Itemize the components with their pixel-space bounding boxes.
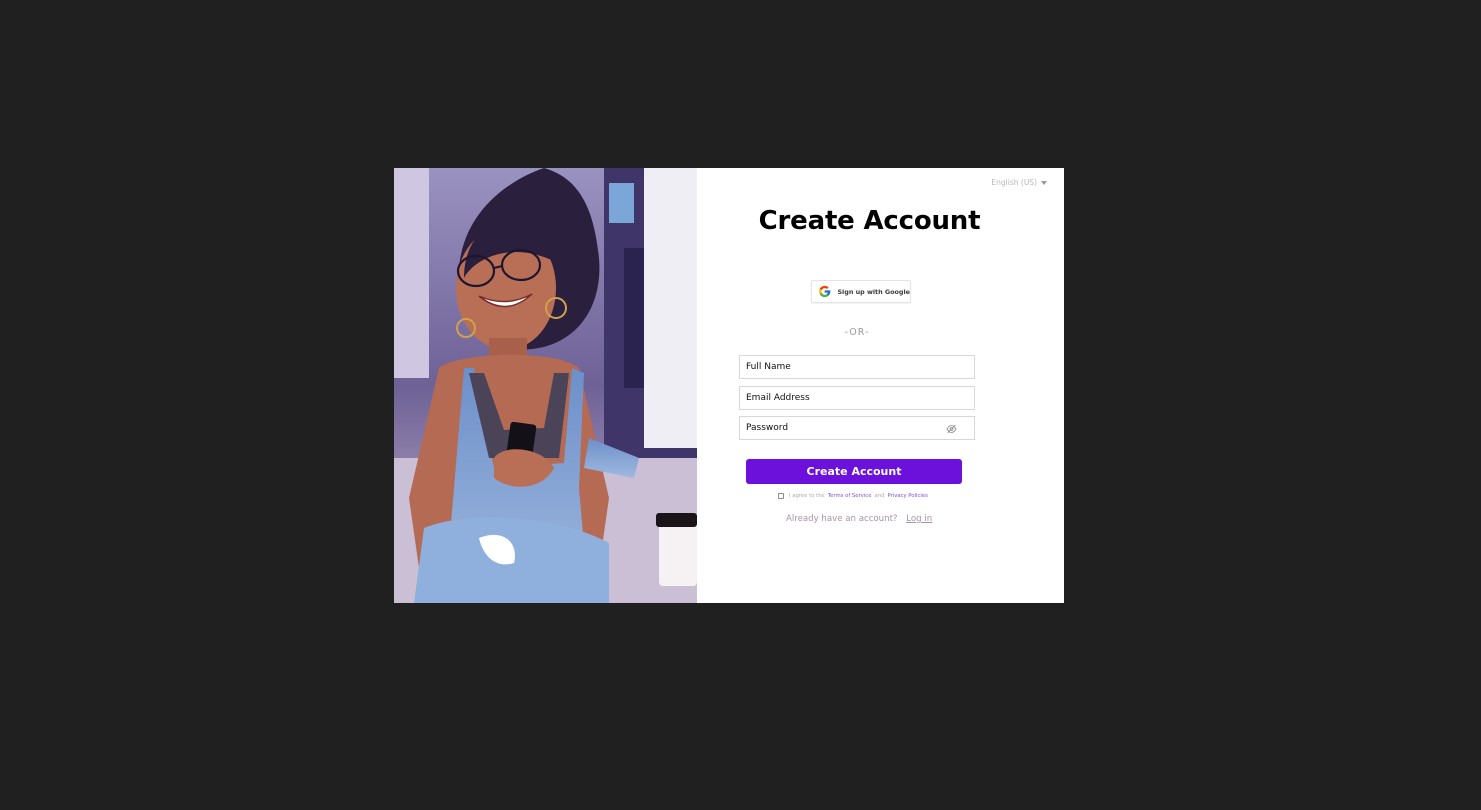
terms-of-service-link[interactable]: Terms of Service	[828, 493, 872, 499]
google-g-icon	[819, 285, 831, 298]
create-account-button[interactable]: Create Account	[746, 459, 962, 484]
password-field[interactable]	[739, 416, 975, 440]
or-divider: -OR-	[844, 327, 870, 338]
privacy-policies-link[interactable]: Privacy Policies	[887, 493, 927, 499]
language-selector[interactable]: English (US)	[991, 178, 1047, 187]
signup-form-panel: English (US) Create Account Sign up with…	[697, 168, 1064, 603]
terms-agreement: I agree to the Terms of Service and Priv…	[778, 493, 928, 499]
login-prompt: Already have an account? Log in	[786, 514, 932, 524]
eye-off-icon[interactable]	[946, 424, 957, 434]
agree-prefix: I agree to the	[789, 493, 825, 499]
woman-with-phone-illustration	[394, 168, 697, 603]
google-button-label: Sign up with Google	[837, 287, 910, 296]
full-name-field[interactable]	[739, 355, 975, 379]
email-input[interactable]	[746, 393, 968, 403]
login-link[interactable]: Log in	[906, 514, 932, 524]
terms-checkbox[interactable]	[778, 493, 784, 499]
email-field[interactable]	[739, 386, 975, 410]
signup-modal: English (US) Create Account Sign up with…	[394, 168, 1064, 603]
page-title: Create Account	[758, 206, 981, 236]
language-label: English (US)	[991, 178, 1037, 187]
full-name-input[interactable]	[746, 362, 968, 372]
chevron-down-icon	[1041, 180, 1047, 185]
password-input[interactable]	[746, 423, 968, 433]
agree-and: and	[874, 493, 885, 499]
login-prompt-text: Already have an account?	[786, 514, 898, 524]
hero-photo	[394, 168, 697, 603]
google-signup-button[interactable]: Sign up with Google	[811, 280, 911, 303]
